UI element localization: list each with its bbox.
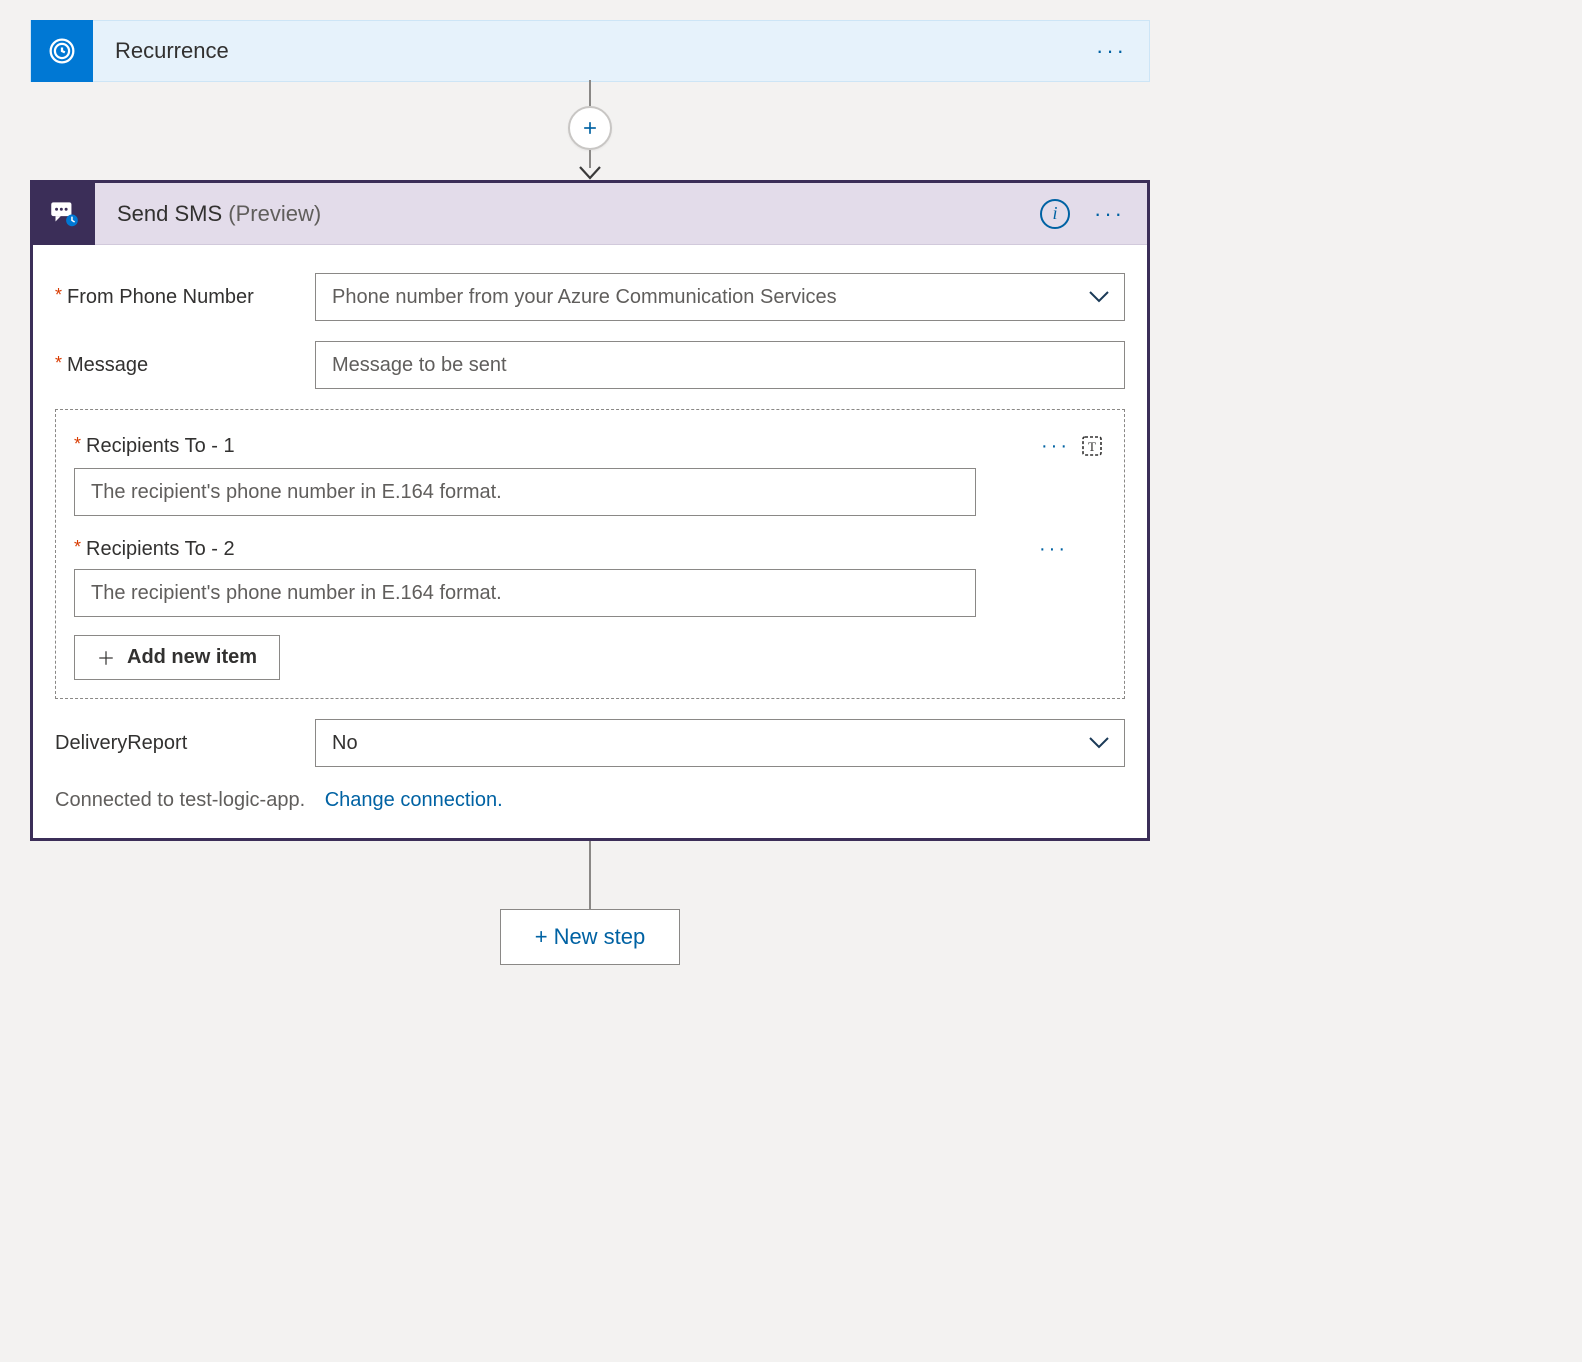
preview-badge: (Preview) [228, 201, 321, 226]
send-sms-action-card: Send SMS (Preview) i ··· * From Phone Num… [30, 180, 1150, 841]
delivery-report-row: DeliveryReport No [55, 719, 1125, 767]
from-phone-select[interactable]: Phone number from your Azure Communicati… [315, 273, 1125, 321]
from-phone-label: From Phone Number [67, 286, 254, 309]
insert-step-button[interactable] [568, 106, 612, 150]
change-connection-link[interactable]: Change connection. [325, 789, 503, 811]
new-step-button[interactable]: + New step [500, 909, 681, 965]
svg-text:T: T [1088, 439, 1096, 454]
recurrence-menu-button[interactable]: ··· [1090, 34, 1133, 68]
chevron-down-icon [1088, 736, 1110, 750]
from-phone-row: * From Phone Number Phone number from you… [55, 273, 1125, 321]
recipient-label: Recipients To - 2 [86, 538, 235, 561]
recipient-input[interactable]: The recipient's phone number in E.164 fo… [74, 468, 976, 516]
recipient-row: * Recipients To - 1 ··· T The recipient's… [74, 432, 1106, 516]
connection-info: Connected to test-logic-app. Change conn… [55, 789, 1125, 812]
required-asterisk: * [74, 435, 81, 453]
info-icon[interactable]: i [1040, 199, 1070, 229]
recipient-label: Recipients To - 1 [86, 435, 235, 458]
plus-icon: + [535, 924, 548, 950]
delivery-report-label: DeliveryReport [55, 732, 187, 755]
recipient-input[interactable]: The recipient's phone number in E.164 fo… [74, 569, 976, 617]
plus-icon [97, 649, 115, 667]
required-asterisk: * [55, 354, 62, 372]
recurrence-trigger-card[interactable]: Recurrence ··· [30, 20, 1150, 82]
arrow-down-icon [579, 166, 601, 180]
message-label: Message [67, 354, 148, 377]
recurrence-icon [31, 20, 93, 82]
new-step-connector: + New step [30, 841, 1150, 965]
add-new-item-button[interactable]: Add new item [74, 635, 280, 680]
action-header[interactable]: Send SMS (Preview) i ··· [33, 183, 1147, 245]
delivery-report-select[interactable]: No [315, 719, 1125, 767]
connector [30, 80, 1150, 180]
switch-to-text-mode-icon[interactable]: T [1078, 432, 1106, 460]
required-asterisk: * [55, 286, 62, 304]
required-asterisk: * [74, 538, 81, 556]
recipients-panel: * Recipients To - 1 ··· T The recipient's… [55, 409, 1125, 699]
message-input[interactable]: Message to be sent [315, 341, 1125, 389]
message-row: * Message Message to be sent [55, 341, 1125, 389]
sms-icon [33, 183, 95, 245]
recipient-row: * Recipients To - 2 ··· The recipient's p… [74, 538, 1106, 617]
recipient-item-menu[interactable]: ··· [1031, 538, 1076, 561]
recipient-item-menu[interactable]: ··· [1033, 435, 1078, 458]
chevron-down-icon [1088, 290, 1110, 304]
recurrence-title: Recurrence [115, 38, 1090, 64]
action-menu-button[interactable]: ··· [1088, 197, 1131, 231]
action-title: Send SMS (Preview) [117, 201, 1040, 227]
